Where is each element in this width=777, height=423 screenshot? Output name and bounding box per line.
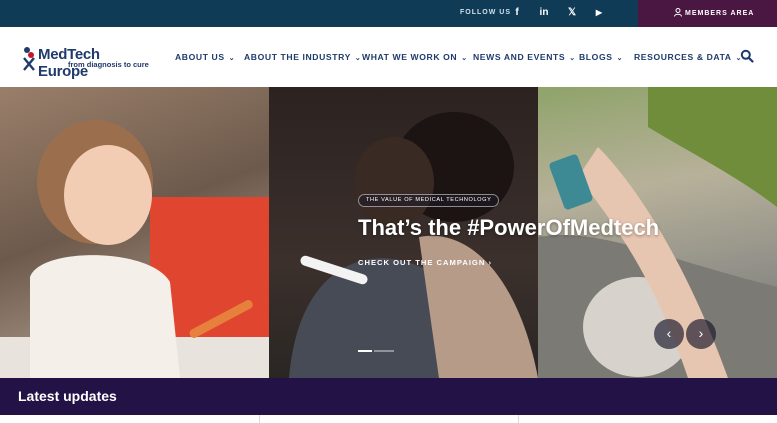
hero-photo-child (0, 87, 269, 378)
carousel-indicator-active[interactable] (358, 350, 372, 352)
hero-title: That’s the #PowerOfMedtech (358, 215, 660, 240)
members-area-button[interactable]: MEMBERS AREA (638, 0, 777, 27)
nav-item-label: ABOUT US (175, 52, 225, 62)
facebook-icon[interactable]: f (509, 5, 525, 21)
chevron-left-icon: ‹ (666, 325, 672, 341)
chevron-down-icon: ⌄ (616, 55, 624, 62)
hero-campaign-link-label: CHECK OUT THE CAMPAIGN (358, 258, 486, 267)
carousel-next-button[interactable]: › (686, 319, 716, 349)
latest-updates-title: Latest updates (18, 388, 117, 404)
nav-item-label: ABOUT THE INDUSTRY (244, 52, 351, 62)
latest-updates-bar: Latest updates (0, 378, 777, 415)
chevron-down-icon: ⌄ (354, 55, 362, 62)
nav-item-blogs[interactable]: BLOGS ⌄ (579, 52, 623, 62)
nav-item-label: RESOURCES & DATA (634, 52, 732, 62)
chevron-right-icon: › (488, 258, 492, 267)
x-icon[interactable]: 𝕏 (564, 5, 580, 21)
carousel-prev-button[interactable]: ‹ (654, 319, 684, 349)
user-icon (674, 8, 682, 17)
nav-item-news-and-events[interactable]: NEWS AND EVENTS ⌄ (473, 52, 576, 62)
card-divider (259, 415, 260, 423)
medtech-europe-logo[interactable]: MedTech Europe from diagnosis to cure (22, 46, 152, 80)
logo-mark-icon (23, 47, 35, 71)
main-navigation: MedTech Europe from diagnosis to cure AB… (0, 27, 777, 87)
follow-us-label: FOLLOW US (460, 9, 511, 16)
carousel-indicators (358, 350, 394, 352)
hero-campaign-link[interactable]: CHECK OUT THE CAMPAIGN › (358, 258, 492, 267)
chevron-down-icon: ⌄ (228, 55, 236, 62)
latest-updates-cards (0, 415, 777, 423)
nav-item-label: BLOGS (579, 52, 613, 62)
search-icon[interactable] (740, 49, 754, 63)
chevron-down-icon: ⌄ (569, 55, 576, 62)
nav-item-resources-and-data[interactable]: RESOURCES & DATA ⌄ (634, 52, 742, 62)
members-area-label: MEMBERS AREA (685, 10, 755, 17)
nav-item-about-the-industry[interactable]: ABOUT THE INDUSTRY ⌄ (244, 52, 361, 62)
hero-category-badge: THE VALUE OF MEDICAL TECHNOLOGY (358, 194, 500, 207)
top-bar: FOLLOW US f in 𝕏 ▶ MEMBERS AREA (0, 0, 777, 27)
nav-item-what-we-work-on[interactable]: WHAT WE WORK ON ⌄ (362, 52, 468, 62)
nav-item-about-us[interactable]: ABOUT US ⌄ (175, 52, 235, 62)
youtube-icon[interactable]: ▶ (591, 5, 607, 21)
logo-tagline: from diagnosis to cure (68, 60, 149, 69)
chevron-right-icon: › (698, 325, 704, 341)
linkedin-icon[interactable]: in (536, 5, 552, 21)
chevron-down-icon: ⌄ (461, 55, 468, 62)
child-illustration (0, 120, 269, 378)
carousel-indicator[interactable] (374, 350, 394, 352)
hero-carousel: THE VALUE OF MEDICAL TECHNOLOGY That’s t… (0, 87, 777, 378)
card-divider (518, 415, 519, 423)
nav-item-label: NEWS AND EVENTS (473, 52, 566, 62)
nav-item-label: WHAT WE WORK ON (362, 52, 458, 62)
